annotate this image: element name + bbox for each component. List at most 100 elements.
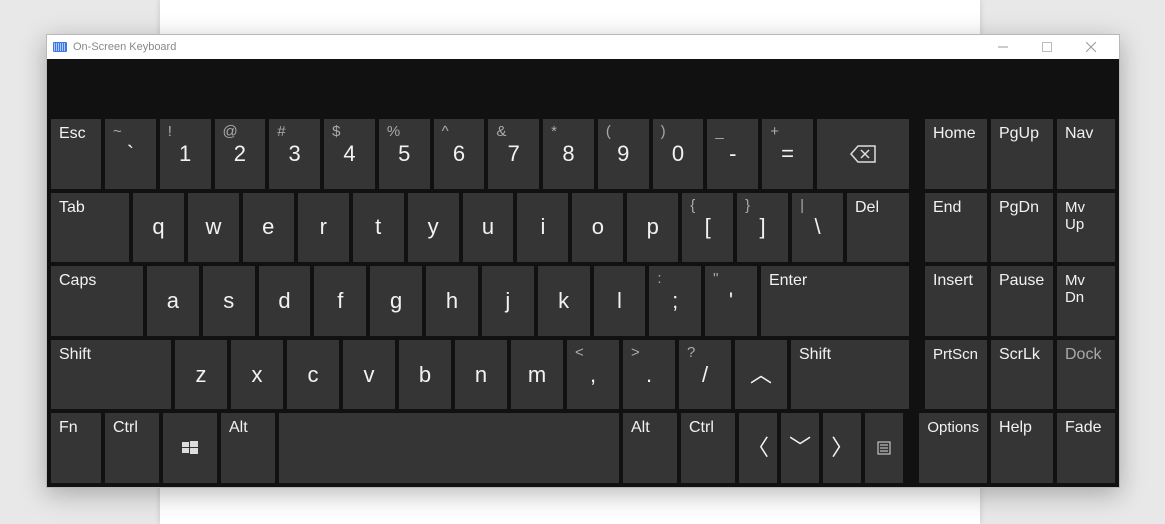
key-minus[interactable]: _- xyxy=(707,119,758,189)
key-del[interactable]: Del xyxy=(847,193,909,263)
key-end[interactable]: End xyxy=(925,193,987,263)
key-windows[interactable] xyxy=(163,413,217,483)
key-comma[interactable]: <, xyxy=(567,340,619,410)
key-d[interactable]: d xyxy=(259,266,311,336)
keyboard: Esc ~` !1 @2 #3 $4 %5 ^6 &7 *8 (9 )0 _- … xyxy=(47,115,1119,487)
chevron-right-icon: 〉 xyxy=(831,437,853,459)
key-y[interactable]: y xyxy=(408,193,459,263)
key-q[interactable]: q xyxy=(133,193,184,263)
key-v[interactable]: v xyxy=(343,340,395,410)
key-n[interactable]: n xyxy=(455,340,507,410)
key-u[interactable]: u xyxy=(463,193,514,263)
key-dock[interactable]: Dock xyxy=(1057,340,1115,410)
key-z[interactable]: z xyxy=(175,340,227,410)
key-alt-left[interactable]: Alt xyxy=(221,413,275,483)
key-esc[interactable]: Esc xyxy=(51,119,101,189)
key-s[interactable]: s xyxy=(203,266,255,336)
key-arrow-down[interactable]: ﹀ xyxy=(781,413,819,483)
key-t[interactable]: t xyxy=(353,193,404,263)
key-4[interactable]: $4 xyxy=(324,119,375,189)
key-period[interactable]: >. xyxy=(623,340,675,410)
osk-body: Esc ~` !1 @2 #3 $4 %5 ^6 &7 *8 (9 )0 _- … xyxy=(47,59,1119,487)
maximize-button[interactable] xyxy=(1025,35,1069,59)
key-backslash[interactable]: |\ xyxy=(792,193,843,263)
key-g[interactable]: g xyxy=(370,266,422,336)
key-l[interactable]: l xyxy=(594,266,646,336)
menu-icon xyxy=(877,441,891,455)
window-title: On-Screen Keyboard xyxy=(73,41,176,53)
row-1: Esc ~` !1 @2 #3 $4 %5 ^6 &7 *8 (9 )0 _- … xyxy=(51,119,1115,189)
key-home[interactable]: Home xyxy=(925,119,987,189)
key-arrow-left[interactable]: 〈 xyxy=(739,413,777,483)
key-8[interactable]: *8 xyxy=(543,119,594,189)
key-pgdn[interactable]: PgDn xyxy=(991,193,1053,263)
key-options[interactable]: Options xyxy=(919,413,987,483)
key-fade[interactable]: Fade xyxy=(1057,413,1115,483)
key-tab[interactable]: Tab xyxy=(51,193,129,263)
key-pgup[interactable]: PgUp xyxy=(991,119,1053,189)
key-backtick[interactable]: ~` xyxy=(105,119,156,189)
key-7[interactable]: &7 xyxy=(488,119,539,189)
minimize-button[interactable] xyxy=(981,35,1025,59)
key-i[interactable]: i xyxy=(517,193,568,263)
key-e[interactable]: e xyxy=(243,193,294,263)
key-help[interactable]: Help xyxy=(991,413,1053,483)
titlebar[interactable]: On-Screen Keyboard xyxy=(47,35,1119,59)
key-3[interactable]: #3 xyxy=(269,119,320,189)
key-h[interactable]: h xyxy=(426,266,478,336)
key-k[interactable]: k xyxy=(538,266,590,336)
key-m[interactable]: m xyxy=(511,340,563,410)
chevron-down-icon: ﹀ xyxy=(789,437,811,459)
key-r[interactable]: r xyxy=(298,193,349,263)
key-1[interactable]: !1 xyxy=(160,119,211,189)
key-5[interactable]: %5 xyxy=(379,119,430,189)
key-bracket-close[interactable]: }] xyxy=(737,193,788,263)
key-shift-right[interactable]: Shift xyxy=(791,340,909,410)
key-c[interactable]: c xyxy=(287,340,339,410)
key-mvdn[interactable]: Mv Dn xyxy=(1057,266,1115,336)
key-bracket-open[interactable]: {[ xyxy=(682,193,733,263)
key-insert[interactable]: Insert xyxy=(925,266,987,336)
key-shift-left[interactable]: Shift xyxy=(51,340,171,410)
key-mvup[interactable]: Mv Up xyxy=(1057,193,1115,263)
key-j[interactable]: j xyxy=(482,266,534,336)
app-icon xyxy=(53,42,67,52)
key-scrlk[interactable]: ScrLk xyxy=(991,340,1053,410)
key-menu[interactable] xyxy=(865,413,903,483)
key-fn[interactable]: Fn xyxy=(51,413,101,483)
key-slash[interactable]: ?/ xyxy=(679,340,731,410)
key-enter[interactable]: Enter xyxy=(761,266,909,336)
close-button[interactable] xyxy=(1069,35,1113,59)
key-arrow-up[interactable]: ︿ xyxy=(735,340,787,410)
key-semicolon[interactable]: :; xyxy=(649,266,701,336)
key-ctrl-right[interactable]: Ctrl xyxy=(681,413,735,483)
key-arrow-right[interactable]: 〉 xyxy=(823,413,861,483)
backspace-icon xyxy=(850,145,876,163)
window-controls xyxy=(981,35,1113,59)
key-a[interactable]: a xyxy=(147,266,199,336)
key-equals[interactable]: += xyxy=(762,119,813,189)
key-prtscn[interactable]: PrtScn xyxy=(925,340,987,410)
key-b[interactable]: b xyxy=(399,340,451,410)
key-2[interactable]: @2 xyxy=(215,119,266,189)
key-f[interactable]: f xyxy=(314,266,366,336)
key-pause[interactable]: Pause xyxy=(991,266,1053,336)
key-caps[interactable]: Caps xyxy=(51,266,143,336)
key-w[interactable]: w xyxy=(188,193,239,263)
key-o[interactable]: o xyxy=(572,193,623,263)
key-space[interactable] xyxy=(279,413,619,483)
key-x[interactable]: x xyxy=(231,340,283,410)
key-9[interactable]: (9 xyxy=(598,119,649,189)
key-0[interactable]: )0 xyxy=(653,119,704,189)
key-6[interactable]: ^6 xyxy=(434,119,485,189)
key-backspace[interactable] xyxy=(817,119,909,189)
row-4: Shift z x c v b n m <, >. ?/ ︿ Shift Prt… xyxy=(51,340,1115,410)
chevron-up-icon: ︿ xyxy=(750,364,772,386)
key-nav[interactable]: Nav xyxy=(1057,119,1115,189)
row-2: Tab q w e r t y u i o p {[ }] |\ Del End… xyxy=(51,193,1115,263)
key-alt-right[interactable]: Alt xyxy=(623,413,677,483)
key-ctrl-left[interactable]: Ctrl xyxy=(105,413,159,483)
prediction-bar xyxy=(47,59,1119,115)
key-quote[interactable]: "' xyxy=(705,266,757,336)
key-p[interactable]: p xyxy=(627,193,678,263)
